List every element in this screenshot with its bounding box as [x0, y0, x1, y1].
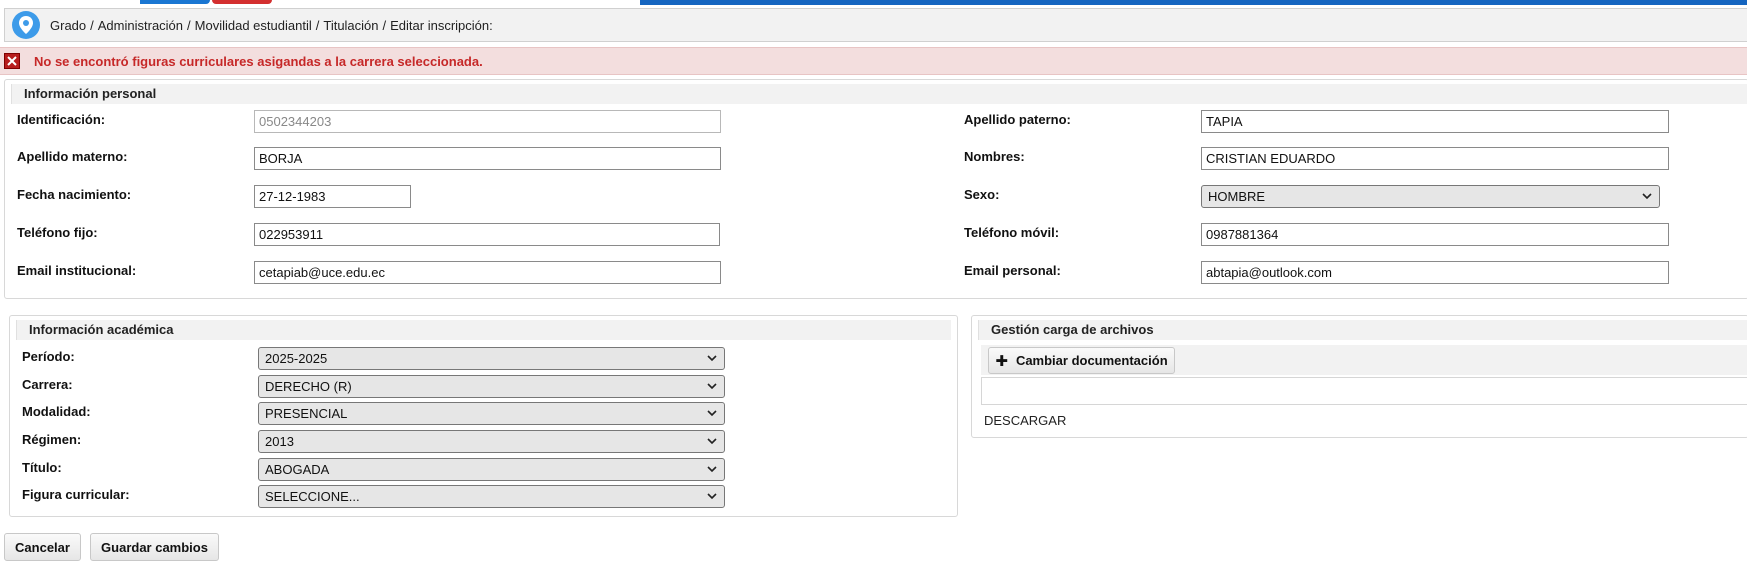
regimen-select[interactable]: 2013 [258, 430, 725, 453]
modalidad-select-value: PRESENCIAL [265, 406, 348, 421]
carrera-select[interactable]: DERECHO (R) [258, 375, 725, 398]
periodo-select-value: 2025-2025 [265, 351, 328, 366]
breadcrumb-separator: / [315, 17, 320, 33]
nombres-field[interactable]: CRISTIAN EDUARDO [1201, 147, 1669, 170]
modalidad-label: Modalidad: [22, 404, 91, 419]
change-documentation-label: Cambiar documentación [1015, 353, 1168, 368]
academic-info-title: Información académica [16, 320, 951, 340]
personal-info-panel: Información personal Identificación: 050… [4, 79, 1747, 299]
carrera-select-value: DERECHO (R) [265, 379, 352, 394]
figura-curricular-select[interactable]: SELECCIONE... [258, 485, 725, 508]
file-management-panel: Gestión carga de archivos ✚ Cambiar docu… [971, 315, 1747, 438]
error-message: No se encontró figuras curriculares asig… [34, 53, 483, 69]
top-banner [0, 0, 1747, 6]
apellido-materno-field[interactable]: BORJA [254, 147, 721, 170]
breadcrumb-item-grado[interactable]: Grado [50, 18, 86, 33]
identificacion-label: Identificación: [17, 112, 106, 127]
breadcrumb-separator: / [382, 17, 387, 33]
modalidad-select[interactable]: PRESENCIAL [258, 402, 725, 425]
periodo-label: Período: [22, 349, 75, 364]
logo-accent-red [212, 0, 272, 4]
error-alert: No se encontró figuras curriculares asig… [0, 47, 1747, 75]
figura-curricular-select-value: SELECCIONE... [265, 489, 360, 504]
chevron-down-icon [707, 410, 717, 417]
file-drop-area[interactable] [981, 377, 1747, 405]
file-management-title: Gestión carga de archivos [978, 320, 1747, 340]
email-personal-label: Email personal: [964, 263, 1061, 278]
chevron-down-icon [707, 383, 717, 390]
periodo-select[interactable]: 2025-2025 [258, 347, 725, 370]
plus-icon: ✚ [995, 352, 1008, 370]
email-institucional-label: Email institucional: [17, 263, 137, 278]
figura-curricular-label: Figura curricular: [22, 487, 130, 502]
download-link[interactable]: DESCARGAR [984, 413, 1066, 428]
chevron-down-icon [707, 438, 717, 445]
breadcrumb-item-current: Editar inscripción: [390, 17, 493, 33]
breadcrumb-item-movilidad[interactable]: Movilidad estudiantil [195, 18, 312, 33]
identificacion-field[interactable]: 0502344203 [254, 110, 721, 133]
chevron-down-icon [707, 493, 717, 500]
apellido-materno-label: Apellido materno: [17, 149, 128, 164]
breadcrumb-item-administracion[interactable]: Administración [98, 18, 183, 33]
telefono-movil-label: Teléfono móvil: [964, 225, 1060, 240]
change-documentation-button[interactable]: ✚ Cambiar documentación [988, 347, 1175, 374]
regimen-label: Régimen: [22, 432, 82, 447]
telefono-fijo-field[interactable]: 022953911 [254, 223, 720, 246]
chevron-down-icon [1642, 193, 1652, 200]
regimen-select-value: 2013 [265, 434, 294, 449]
breadcrumb-item-titulacion[interactable]: Titulación [323, 18, 378, 33]
telefono-fijo-label: Teléfono fijo: [17, 225, 98, 240]
breadcrumb-bar: Grado / Administración / Movilidad estudiant… [4, 8, 1747, 42]
apellido-paterno-label: Apellido paterno: [964, 112, 1071, 127]
personal-info-title: Información personal [11, 84, 1747, 104]
chevron-down-icon [707, 466, 717, 473]
sexo-select-value: HOMBRE [1208, 189, 1266, 204]
titulo-label: Título: [22, 460, 62, 475]
apellido-paterno-field[interactable]: TAPIA [1201, 110, 1669, 133]
cancel-button[interactable]: Cancelar [4, 533, 81, 561]
error-close-icon [4, 53, 20, 69]
location-pin-icon [12, 11, 40, 39]
nombres-label: Nombres: [964, 149, 1025, 164]
top-banner-blue [640, 0, 1747, 5]
telefono-movil-field[interactable]: 0987881364 [1201, 223, 1669, 246]
sexo-label: Sexo: [964, 187, 1000, 202]
academic-info-panel: Información académica Período: 2025-2025… [9, 315, 958, 517]
email-institucional-field[interactable]: cetapiab@uce.edu.ec [254, 261, 721, 284]
sexo-select[interactable]: HOMBRE [1201, 185, 1660, 208]
save-changes-button[interactable]: Guardar cambios [90, 533, 219, 561]
chevron-down-icon [707, 355, 717, 362]
carrera-label: Carrera: [22, 377, 73, 392]
logo-accent-blue [140, 0, 210, 4]
breadcrumb: Grado / Administración / Movilidad estudiant… [50, 18, 493, 33]
breadcrumb-separator: / [187, 17, 191, 33]
fecha-nacimiento-label: Fecha nacimiento: [17, 187, 132, 202]
titulo-select-value: ABOGADA [265, 462, 330, 477]
email-personal-field[interactable]: abtapia@outlook.com [1201, 261, 1669, 284]
breadcrumb-separator: / [90, 17, 94, 33]
fecha-nacimiento-field[interactable]: 27-12-1983 [254, 185, 411, 208]
titulo-select[interactable]: ABOGADA [258, 458, 725, 481]
